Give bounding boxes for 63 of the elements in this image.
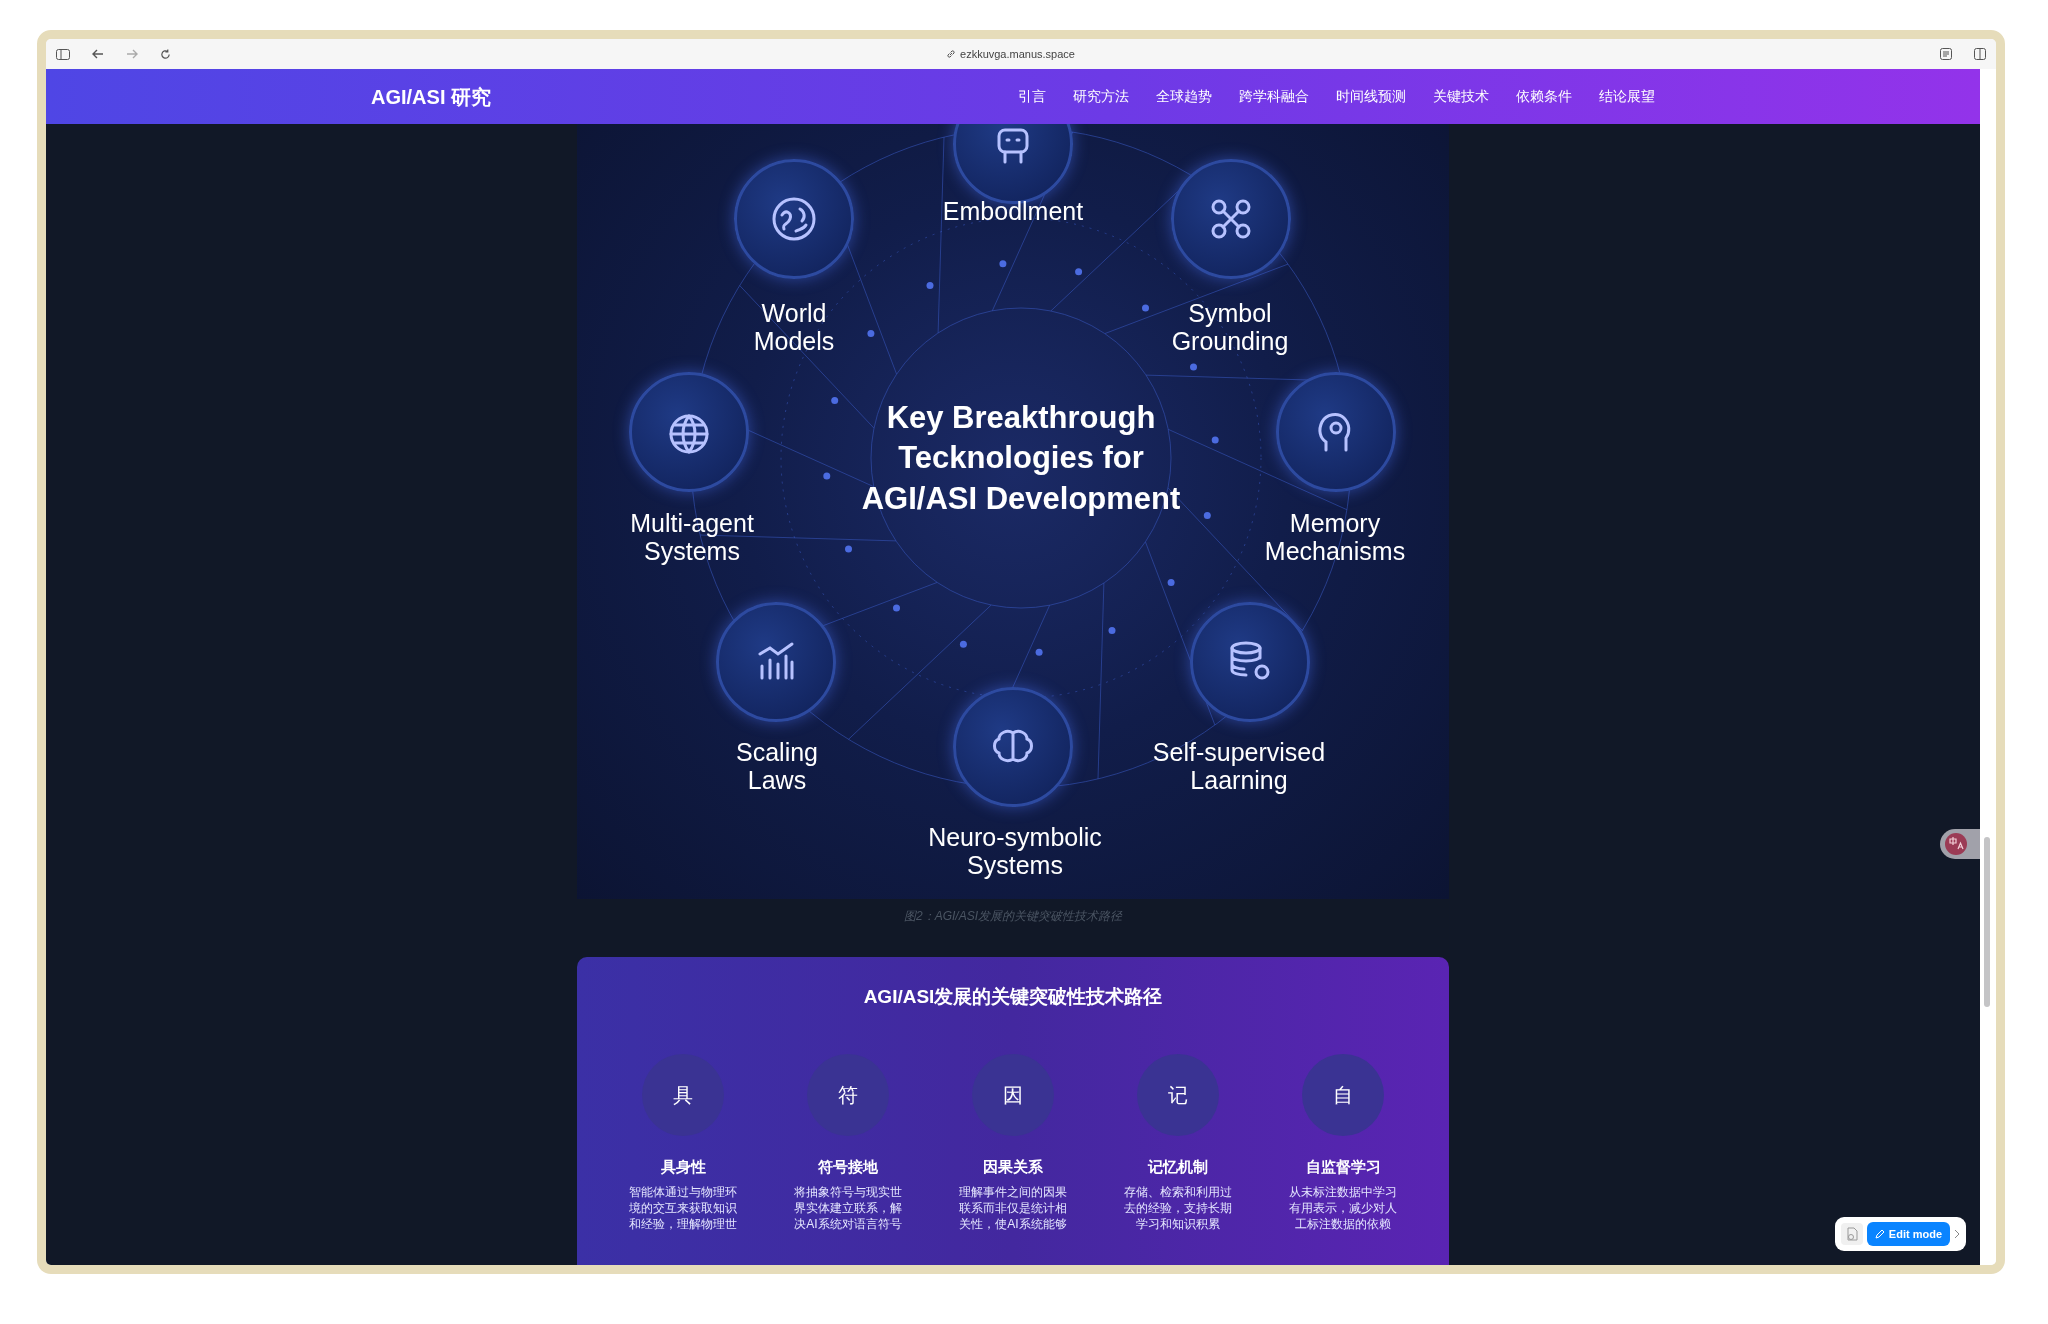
network-dot bbox=[1108, 627, 1116, 634]
node-label: Self-supervised Laarning bbox=[1152, 739, 1326, 794]
item-title: 自监督学习 bbox=[1305, 1156, 1381, 1177]
glyph-circle: 自 bbox=[1302, 1053, 1384, 1136]
nav-link[interactable]: 关键技术 bbox=[1433, 86, 1489, 107]
node-label: Neuro-symbolic Systems bbox=[928, 824, 1102, 879]
nav-link[interactable]: 引言 bbox=[1018, 86, 1046, 107]
nav-link[interactable]: 时间线预测 bbox=[1336, 86, 1406, 107]
item-description: 智能体通过与物理环境的交互来获取知识和经验，理解物理世 bbox=[628, 1184, 738, 1232]
item-title: 记忆机制 bbox=[1148, 1156, 1208, 1177]
back-icon[interactable] bbox=[92, 49, 104, 59]
network-dot bbox=[867, 330, 875, 337]
item-description: 将抽象符号与现实世界实体建立联系，解决AI系统对语言符号 bbox=[793, 1184, 903, 1232]
nav-link[interactable]: 研究方法 bbox=[1073, 86, 1129, 107]
pencil-icon bbox=[1874, 1228, 1885, 1239]
network-dot bbox=[1203, 512, 1211, 520]
translate-button[interactable] bbox=[1940, 829, 1980, 859]
item-title: 因果关系 bbox=[983, 1156, 1043, 1177]
card-title: AGI/ASI发展的关键突破性技术路径 bbox=[862, 985, 1164, 1009]
diagram-title: Key Breakthrough Tecknologies for AGI/ASI Development bbox=[861, 398, 1181, 518]
scrollbar[interactable] bbox=[1984, 837, 1990, 1007]
network-dot bbox=[845, 545, 852, 553]
node-label: Memory Mechanisms bbox=[1264, 510, 1406, 565]
item-description: 理解事件之间的因果联系而非仅是统计相关性，使AI系统能够 bbox=[958, 1184, 1068, 1232]
node-label: Symbol Grounding bbox=[1171, 300, 1289, 355]
glyph-circle: 因 bbox=[972, 1053, 1054, 1136]
network-dot bbox=[1075, 268, 1083, 276]
node-label: Multi-agent Systems bbox=[630, 510, 754, 565]
node-label: Scaling Laws bbox=[736, 739, 818, 794]
reader-icon[interactable] bbox=[1940, 48, 1952, 60]
chevron-right-icon[interactable] bbox=[1954, 1228, 1960, 1239]
node-label: World Models bbox=[753, 300, 835, 355]
item-title: 具身性 bbox=[660, 1156, 706, 1177]
network-dot bbox=[1211, 436, 1219, 444]
edit-mode-button[interactable]: Edit mode bbox=[1866, 1221, 1950, 1246]
glyph-circle: 记 bbox=[1137, 1053, 1219, 1136]
network-dot bbox=[1167, 579, 1175, 586]
glyph-circle: 具 bbox=[642, 1053, 724, 1136]
nav-link[interactable]: 跨学科融合 bbox=[1239, 86, 1309, 107]
nav-link[interactable]: 结论展望 bbox=[1599, 86, 1655, 107]
site-title[interactable]: AGI/ASI 研究 bbox=[371, 81, 491, 112]
glyph-circle: 符 bbox=[807, 1053, 889, 1136]
network-dot bbox=[831, 396, 839, 404]
network-dot bbox=[823, 472, 831, 480]
sidebar-icon[interactable] bbox=[56, 48, 70, 60]
link-icon bbox=[946, 49, 956, 59]
item-title: 符号接地 bbox=[818, 1156, 878, 1177]
network-dot bbox=[959, 640, 967, 648]
address-text[interactable]: ezkkuvga.manus.space bbox=[960, 45, 1075, 63]
network-dot bbox=[999, 260, 1007, 268]
network-dot bbox=[1035, 648, 1043, 656]
nav-link[interactable]: 全球趋势 bbox=[1156, 86, 1212, 107]
network-dot bbox=[893, 604, 900, 612]
nav-link[interactable]: 依赖条件 bbox=[1516, 86, 1572, 107]
network-dot bbox=[1190, 363, 1197, 371]
node-label: Embodlment bbox=[942, 198, 1084, 226]
translate-icon[interactable] bbox=[1945, 833, 1967, 855]
split-view-icon[interactable] bbox=[1974, 48, 1986, 60]
reload-icon[interactable] bbox=[160, 48, 171, 60]
network-dot bbox=[1142, 304, 1149, 312]
item-description: 从未标注数据中学习有用表示，减少对人工标注数据的依赖 bbox=[1288, 1184, 1398, 1232]
item-description: 存储、检索和利用过去的经验，支持长期学习和知识积累 bbox=[1123, 1184, 1233, 1232]
network-dot bbox=[926, 282, 934, 289]
